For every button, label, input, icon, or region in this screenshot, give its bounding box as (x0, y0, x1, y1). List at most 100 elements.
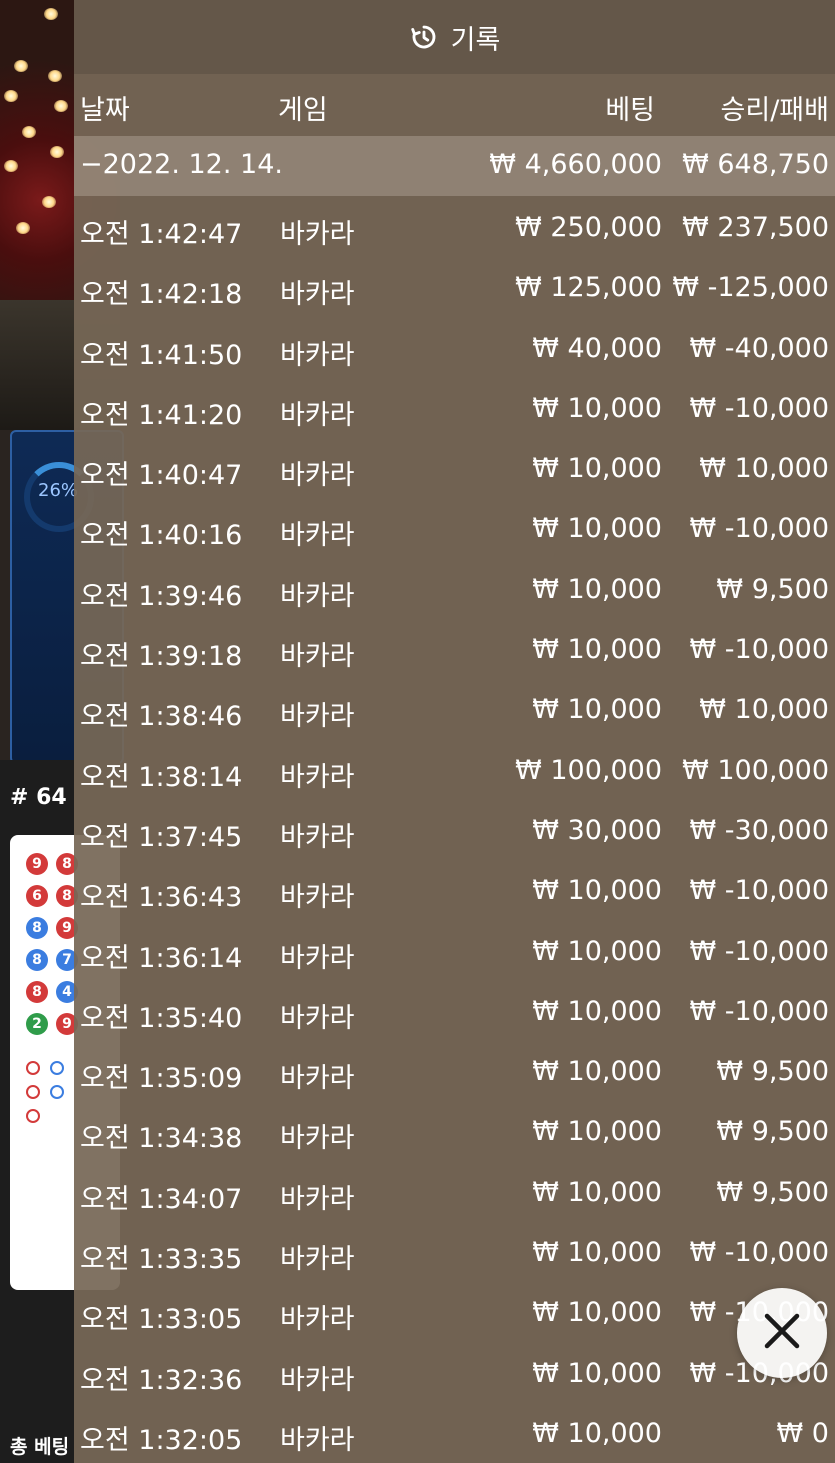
bead-11: 2 (26, 1013, 48, 1035)
history-row[interactable]: 오전 1:36:14 바카라 ₩ 10,000 ₩ -10,000 (74, 920, 835, 980)
history-row[interactable]: 오전 1:33:35 바카라 ₩ 10,000 ₩ -10,000 (74, 1221, 835, 1281)
row-bet: ₩ 10,000 (532, 453, 662, 485)
row-game: 바카라 (280, 580, 355, 612)
history-row[interactable]: 오전 1:35:09 바카라 ₩ 10,000 ₩ 9,500 (74, 1040, 835, 1100)
history-row[interactable]: 오전 1:39:46 바카라 ₩ 10,000 ₩ 9,500 (74, 558, 835, 618)
row-game: 바카라 (280, 1244, 355, 1276)
row-game: 바카라 (280, 1063, 355, 1095)
column-header-win-loss: 승리/패배 (720, 95, 829, 126)
timer-percent: 26% (38, 480, 79, 501)
row-game: 바카라 (280, 460, 355, 492)
bead-1: 9 (26, 853, 48, 875)
row-game: 바카라 (280, 761, 355, 793)
big-road-mark (26, 1061, 40, 1075)
history-row[interactable]: 오전 1:42:18 바카라 ₩ 125,000 ₩ -125,000 (74, 256, 835, 316)
row-win-loss: ₩ -10,000 (689, 392, 830, 424)
row-game: 바카라 (280, 1183, 355, 1215)
row-bet: ₩ 10,000 (532, 694, 662, 726)
row-bet: ₩ 10,000 (532, 1417, 662, 1449)
history-row[interactable]: 오전 1:38:14 바카라 ₩ 100,000 ₩ 100,000 (74, 739, 835, 799)
history-header: 기록 (74, 0, 835, 74)
history-row[interactable]: 오전 1:32:05 바카라 ₩ 10,000 ₩ 0 (74, 1402, 835, 1462)
row-game: 바카라 (280, 399, 355, 431)
row-time: 오전 1:34:38 (80, 1123, 243, 1155)
row-bet: ₩ 10,000 (532, 1297, 662, 1329)
row-bet: ₩ 10,000 (532, 392, 662, 424)
row-game: 바카라 (280, 279, 355, 311)
history-title: 기록 (450, 24, 501, 56)
date-group-header[interactable]: −2022. 12. 14. ₩ 4,660,000 ₩ 648,750 (74, 136, 835, 196)
row-bet: ₩ 10,000 (532, 1176, 662, 1208)
bead-9: 8 (26, 981, 48, 1003)
history-row[interactable]: 오전 1:42:47 바카라 ₩ 250,000 ₩ 237,500 (74, 196, 835, 256)
history-row[interactable]: 오전 1:32:36 바카라 ₩ 10,000 ₩ -10,000 (74, 1342, 835, 1402)
row-bet: ₩ 10,000 (532, 1237, 662, 1269)
row-win-loss: ₩ -30,000 (689, 814, 830, 846)
row-win-loss: ₩ -125,000 (672, 272, 829, 304)
row-bet: ₩ 10,000 (532, 875, 662, 907)
row-game: 바카라 (280, 1364, 355, 1396)
row-bet: ₩ 250,000 (515, 212, 662, 243)
history-row[interactable]: 오전 1:37:45 바카라 ₩ 30,000 ₩ -30,000 (74, 799, 835, 859)
history-row[interactable]: 오전 1:34:38 바카라 ₩ 10,000 ₩ 9,500 (74, 1100, 835, 1160)
row-time: 오전 1:39:18 (80, 641, 243, 673)
row-time: 오전 1:38:46 (80, 701, 243, 733)
row-game: 바카라 (280, 219, 355, 250)
history-row[interactable]: 오전 1:40:47 바카라 ₩ 10,000 ₩ 10,000 (74, 437, 835, 497)
row-time: 오전 1:41:20 (80, 399, 243, 431)
row-bet: ₩ 10,000 (532, 1056, 662, 1088)
row-win-loss: ₩ 100,000 (682, 754, 829, 786)
row-time: 오전 1:42:18 (80, 279, 243, 311)
row-win-loss: ₩ 9,500 (716, 1116, 829, 1148)
row-game: 바카라 (280, 1304, 355, 1336)
history-row[interactable]: 오전 1:41:50 바카라 ₩ 40,000 ₩ -40,000 (74, 317, 835, 377)
big-road-mark (50, 1061, 64, 1075)
row-game: 바카라 (280, 520, 355, 552)
row-game: 바카라 (280, 1002, 355, 1034)
row-game: 바카라 (280, 1424, 355, 1456)
group-date: −2022. 12. 14. (80, 149, 283, 180)
close-button[interactable] (737, 1288, 827, 1378)
history-row[interactable]: 오전 1:35:40 바카라 ₩ 10,000 ₩ -10,000 (74, 980, 835, 1040)
row-time: 오전 1:35:40 (80, 1002, 243, 1034)
row-win-loss: ₩ -40,000 (689, 332, 830, 364)
row-game: 바카라 (280, 882, 355, 914)
history-row[interactable]: 오전 1:38:46 바카라 ₩ 10,000 ₩ 10,000 (74, 678, 835, 738)
close-icon (762, 1311, 802, 1355)
row-game: 바카라 (280, 1123, 355, 1155)
row-win-loss: ₩ 10,000 (699, 453, 829, 485)
row-time: 오전 1:37:45 (80, 821, 243, 853)
row-win-loss: ₩ 9,500 (716, 1176, 829, 1208)
row-win-loss: ₩ -10,000 (689, 875, 830, 907)
row-time: 오전 1:33:35 (80, 1244, 243, 1276)
row-bet: ₩ 100,000 (515, 754, 662, 786)
big-road-mark (26, 1109, 40, 1123)
row-time: 오전 1:36:43 (80, 882, 243, 914)
round-number: # 64 (10, 785, 67, 810)
row-win-loss: ₩ -10,000 (689, 1237, 830, 1269)
row-time: 오전 1:42:47 (80, 219, 243, 250)
row-time: 오전 1:41:50 (80, 339, 243, 371)
history-row[interactable]: 오전 1:40:16 바카라 ₩ 10,000 ₩ -10,000 (74, 497, 835, 557)
row-time: 오전 1:38:14 (80, 761, 243, 793)
row-time: 오전 1:36:14 (80, 942, 243, 974)
row-win-loss: ₩ 0 (776, 1417, 829, 1449)
row-game: 바카라 (280, 701, 355, 733)
group-total-win-loss: ₩ 648,750 (682, 149, 829, 180)
row-win-loss: ₩ -10,000 (689, 634, 830, 666)
row-game: 바카라 (280, 942, 355, 974)
history-row[interactable]: 오전 1:41:20 바카라 ₩ 10,000 ₩ -10,000 (74, 377, 835, 437)
bead-3: 6 (26, 885, 48, 907)
history-row[interactable]: 오전 1:39:18 바카라 ₩ 10,000 ₩ -10,000 (74, 618, 835, 678)
history-row[interactable]: 오전 1:36:43 바카라 ₩ 10,000 ₩ -10,000 (74, 859, 835, 919)
row-win-loss: ₩ 9,500 (716, 1056, 829, 1088)
row-time: 오전 1:39:46 (80, 580, 243, 612)
row-time: 오전 1:40:47 (80, 460, 243, 492)
row-win-loss: ₩ 9,500 (716, 573, 829, 605)
history-row[interactable]: 오전 1:34:07 바카라 ₩ 10,000 ₩ 9,500 (74, 1161, 835, 1221)
history-row[interactable]: 오전 1:33:05바카라₩ 10,000₩ -10,000 (74, 1281, 835, 1341)
bead-5: 8 (26, 917, 48, 939)
row-time: 오전 1:32:05 (80, 1424, 243, 1456)
row-game: 바카라 (280, 821, 355, 853)
row-time: 오전 1:33:05 (80, 1304, 243, 1336)
